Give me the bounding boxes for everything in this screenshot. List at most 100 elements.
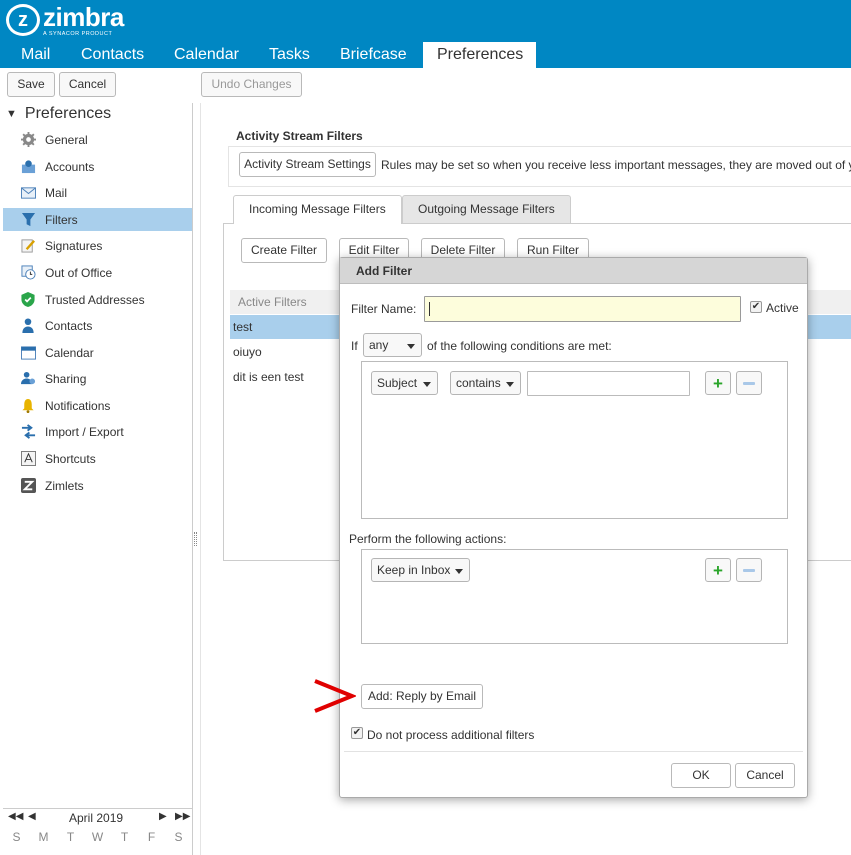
sidebar-item-label: Sharing xyxy=(45,371,87,386)
tab-briefcase[interactable]: Briefcase xyxy=(326,42,421,68)
preferences-sidebar: ▼ Preferences General Accounts Mail Filt… xyxy=(0,103,193,855)
sidebar-item-zimlets[interactable]: Zimlets xyxy=(3,474,192,497)
sidebar-item-label: Zimlets xyxy=(45,478,84,493)
divider xyxy=(3,808,192,809)
tab-incoming-filters[interactable]: Incoming Message Filters xyxy=(233,195,402,224)
sidebar-item-label: Shortcuts xyxy=(45,451,96,466)
filter-name-label: Filter Name: xyxy=(351,302,417,316)
zimlet-icon xyxy=(20,478,36,494)
condition-field-value: Subject xyxy=(377,376,418,390)
signature-icon xyxy=(20,238,36,254)
dialog-cancel-button[interactable]: Cancel xyxy=(735,763,795,788)
calendar-month-label[interactable]: April 2019 xyxy=(69,811,123,825)
keyboard-icon xyxy=(20,451,36,467)
sidebar-item-shortcuts[interactable]: Shortcuts xyxy=(3,447,192,470)
brand-subtitle: A SYNACOR PRODUCT xyxy=(43,31,113,37)
undo-changes-button[interactable]: Undo Changes xyxy=(201,72,302,97)
top-bar: z zimbra A SYNACOR PRODUCT Mail Contacts… xyxy=(0,0,851,68)
filter-name-input[interactable] xyxy=(424,296,741,322)
sidebar-item-signatures[interactable]: Signatures xyxy=(3,234,192,257)
next-month-icon[interactable]: ▶ xyxy=(159,811,167,822)
weekday-label: T xyxy=(66,830,75,844)
action-value: Keep in Inbox xyxy=(377,563,451,577)
sidebar-item-contacts[interactable]: Contacts xyxy=(3,314,192,337)
tab-tasks[interactable]: Tasks xyxy=(255,42,324,68)
plus-icon: + xyxy=(713,373,723,393)
activity-stream-description: Rules may be set so when you receive les… xyxy=(381,158,851,172)
chevron-down-icon xyxy=(455,569,463,574)
red-arrow-annotation-icon xyxy=(314,679,356,713)
sidebar-item-label: Calendar xyxy=(45,345,94,360)
sidebar-item-label: Filters xyxy=(45,212,78,227)
sidebar-item-out-of-office[interactable]: Out of Office xyxy=(3,261,192,284)
sidebar-item-filters[interactable]: Filters xyxy=(3,208,192,231)
sidebar-item-import-export[interactable]: Import / Export xyxy=(3,420,192,443)
envelope-icon xyxy=(20,185,36,201)
gear-icon xyxy=(20,132,36,148)
if-label: If xyxy=(351,339,358,353)
sidebar-resize-handle[interactable] xyxy=(194,532,197,546)
weekday-label: F xyxy=(147,830,156,844)
shield-icon xyxy=(20,292,36,308)
minus-icon xyxy=(743,381,755,385)
actions-label: Perform the following actions: xyxy=(349,532,507,546)
weekday-label: T xyxy=(120,830,129,844)
sidebar-item-label: Import / Export xyxy=(45,424,124,439)
collapse-triangle-icon[interactable]: ▼ xyxy=(6,108,17,120)
weekday-label: S xyxy=(174,830,183,844)
sidebar-item-label: Trusted Addresses xyxy=(45,292,145,307)
sidebar-item-general[interactable]: General xyxy=(3,128,192,151)
filter-icon xyxy=(20,212,36,228)
stop-processing-checkbox[interactable]: ✔ xyxy=(351,727,363,739)
remove-action-button[interactable] xyxy=(736,558,762,582)
content-border xyxy=(200,103,201,855)
tab-contacts[interactable]: Contacts xyxy=(67,42,158,68)
minus-icon xyxy=(743,568,755,572)
condition-operator-dropdown[interactable]: contains xyxy=(450,371,521,395)
sidebar-item-sharing[interactable]: Sharing xyxy=(3,367,192,390)
sidebar-item-trusted-addresses[interactable]: Trusted Addresses xyxy=(3,288,192,311)
sidebar-item-calendar[interactable]: Calendar xyxy=(3,341,192,364)
next-year-icon[interactable]: ▶▶ xyxy=(175,811,190,822)
save-button[interactable]: Save xyxy=(7,72,55,97)
activity-stream-settings-button[interactable]: Activity Stream Settings xyxy=(239,152,376,177)
tab-outgoing-filters[interactable]: Outgoing Message Filters xyxy=(402,195,571,223)
zimbra-logo[interactable]: z zimbra A SYNACOR PRODUCT xyxy=(6,4,124,37)
ok-button[interactable]: OK xyxy=(671,763,731,788)
tab-calendar[interactable]: Calendar xyxy=(160,42,253,68)
add-action-button[interactable]: + xyxy=(705,558,731,582)
match-any-dropdown[interactable]: any xyxy=(363,333,422,357)
previous-month-icon[interactable]: ◀ xyxy=(28,811,36,822)
zimbra-logo-icon: z xyxy=(6,4,40,36)
cancel-button[interactable]: Cancel xyxy=(59,72,116,97)
create-filter-button[interactable]: Create Filter xyxy=(241,238,327,263)
sidebar-item-label: General xyxy=(45,132,88,147)
accounts-icon xyxy=(20,159,36,175)
active-label: Active xyxy=(766,301,799,315)
tab-mail[interactable]: Mail xyxy=(7,42,64,68)
tab-preferences[interactable]: Preferences xyxy=(423,42,536,68)
active-checkbox[interactable]: ✔ xyxy=(750,301,762,313)
brand-name: zimbra xyxy=(43,2,124,32)
import-export-icon xyxy=(20,424,36,440)
sidebar-item-mail[interactable]: Mail xyxy=(3,181,192,204)
preferences-tree-header[interactable]: ▼ Preferences xyxy=(6,105,111,123)
sidebar-item-notifications[interactable]: Notifications xyxy=(3,394,192,417)
chevron-down-icon xyxy=(423,382,431,387)
conditions-label: of the following conditions are met: xyxy=(427,339,612,353)
dialog-title[interactable]: Add Filter xyxy=(340,258,807,284)
sidebar-item-accounts[interactable]: Accounts xyxy=(3,155,192,178)
add-condition-button[interactable]: + xyxy=(705,371,731,395)
action-dropdown[interactable]: Keep in Inbox xyxy=(371,558,470,582)
remove-condition-button[interactable] xyxy=(736,371,762,395)
bell-icon xyxy=(20,398,36,414)
add-reply-by-email-button[interactable]: Add: Reply by Email xyxy=(361,684,483,709)
condition-value-input[interactable] xyxy=(527,371,690,396)
chevron-down-icon xyxy=(407,344,415,349)
previous-year-icon[interactable]: ◀◀ xyxy=(8,811,23,822)
condition-operator-value: contains xyxy=(456,376,501,390)
chevron-down-icon xyxy=(506,382,514,387)
sharing-icon xyxy=(20,371,36,387)
add-filter-dialog: Add Filter Filter Name: ✔ Active If any … xyxy=(339,257,808,798)
condition-field-dropdown[interactable]: Subject xyxy=(371,371,438,395)
